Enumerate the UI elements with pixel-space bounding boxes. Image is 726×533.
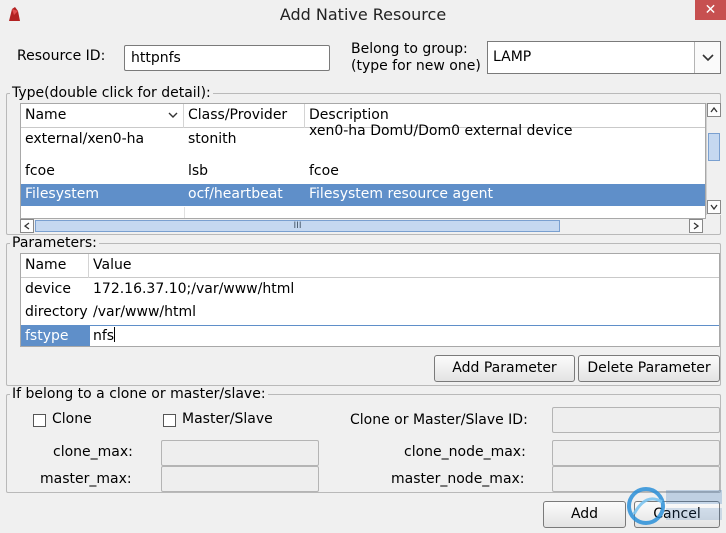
add-button[interactable]: Add [543, 501, 626, 528]
type-cell-name: external/xen0-ha [25, 131, 145, 147]
master-node-max-label: master_node_max: [391, 471, 525, 487]
type-table-hscrollbar[interactable]: III [20, 219, 704, 233]
type-row-partial [21, 207, 705, 218]
add-parameter-button[interactable]: Add Parameter [434, 355, 575, 382]
parameters-group-title: Parameters: [10, 235, 99, 251]
scroll-thumb[interactable] [708, 133, 720, 161]
type-cell-name: Filesystem [25, 186, 100, 202]
param-cell-name: device [25, 281, 71, 297]
type-row-selected[interactable]: Filesystem ocf/heartbeat Filesystem reso… [21, 184, 705, 206]
param-col-name[interactable]: Name [21, 254, 89, 278]
parameters-table: Name Value device 172.16.37.10;/var/www/… [20, 253, 720, 347]
type-row[interactable]: external/xen0-ha stonith xen0-ha DomU/Do… [21, 123, 705, 160]
text-caret [114, 327, 116, 342]
type-col-name[interactable]: Name [21, 104, 184, 128]
type-cell-description: fcoe [309, 163, 339, 179]
clone-node-max-input[interactable] [552, 440, 720, 466]
title-bar: Add Native Resource ✕ [0, 0, 726, 29]
type-cell-provider: stonith [188, 131, 237, 147]
type-cell-provider: lsb [188, 163, 209, 179]
master-slave-checkbox[interactable] [163, 414, 176, 427]
master-max-label: master_max: [40, 471, 132, 487]
close-button[interactable]: ✕ [695, 0, 726, 20]
parameters-table-header: Name Value [21, 254, 719, 278]
group-label-line2: (type for new one) [351, 58, 481, 74]
scroll-right-button[interactable] [689, 219, 703, 233]
close-icon: ✕ [704, 2, 717, 18]
hscroll-thumb[interactable]: III [35, 220, 560, 232]
clone-max-input[interactable] [161, 440, 319, 466]
clone-id-input[interactable] [552, 407, 720, 433]
type-table: Name Class/Provider Description external… [20, 103, 706, 219]
clone-node-max-label: clone_node_max: [404, 444, 526, 460]
group-combobox-value: LAMP [493, 49, 532, 65]
clone-checkbox[interactable] [33, 414, 46, 427]
param-cell-name: directory [25, 304, 88, 320]
type-col-provider[interactable]: Class/Provider [184, 104, 305, 128]
param-value-editor-text: nfs [93, 328, 115, 344]
scroll-down-button[interactable] [707, 200, 721, 214]
chevron-right-icon [693, 222, 699, 230]
clone-label: Clone [52, 411, 92, 427]
param-col-value[interactable]: Value [89, 254, 719, 278]
group-combobox[interactable]: LAMP [487, 41, 721, 74]
window-title: Add Native Resource [279, 5, 447, 24]
clone-id-label: Clone or Master/Slave ID: [350, 412, 528, 428]
param-row[interactable]: device 172.16.37.10;/var/www/html [21, 279, 719, 301]
param-row-editing[interactable]: fstype nfs [21, 325, 719, 346]
chevron-up-icon [710, 107, 718, 113]
param-cell-name: fstype [21, 325, 89, 346]
sort-chevron-icon [168, 112, 178, 118]
resource-id-value: httpnfs [131, 50, 181, 66]
chevron-down-icon [701, 53, 714, 61]
scroll-up-button[interactable] [707, 103, 721, 117]
clone-group-title: If belong to a clone or master/slave: [10, 386, 268, 402]
chevron-left-icon [24, 222, 30, 230]
resource-id-label: Resource ID: [17, 48, 106, 64]
type-cell-description: xen0-ha DomU/Dom0 external device [309, 123, 573, 139]
param-cell-value: /var/www/html [93, 304, 197, 320]
scroll-left-button[interactable] [20, 219, 34, 233]
param-row[interactable]: directory /var/www/html [21, 302, 719, 324]
watermark-logo [624, 484, 726, 529]
clone-max-label: clone_max: [53, 444, 133, 460]
master-slave-label: Master/Slave [182, 411, 273, 427]
param-cell-value: 172.16.37.10;/var/www/html [93, 281, 295, 297]
type-row[interactable]: fcoe lsb fcoe [21, 161, 705, 183]
resource-id-input[interactable]: httpnfs [124, 45, 330, 71]
chevron-down-icon [710, 204, 718, 210]
delete-parameter-button[interactable]: Delete Parameter [578, 355, 720, 382]
param-value-editor[interactable]: nfs [89, 325, 719, 346]
master-max-input[interactable] [161, 466, 319, 492]
type-cell-name: fcoe [25, 163, 55, 179]
group-dropdown-button[interactable] [694, 42, 720, 73]
type-group-title: Type(double click for detail): [10, 85, 213, 101]
group-label-line1: Belong to group: [351, 41, 468, 57]
type-cell-description: Filesystem resource agent [309, 186, 493, 202]
type-table-vscrollbar[interactable] [706, 103, 721, 215]
type-cell-provider: ocf/heartbeat [188, 186, 283, 202]
